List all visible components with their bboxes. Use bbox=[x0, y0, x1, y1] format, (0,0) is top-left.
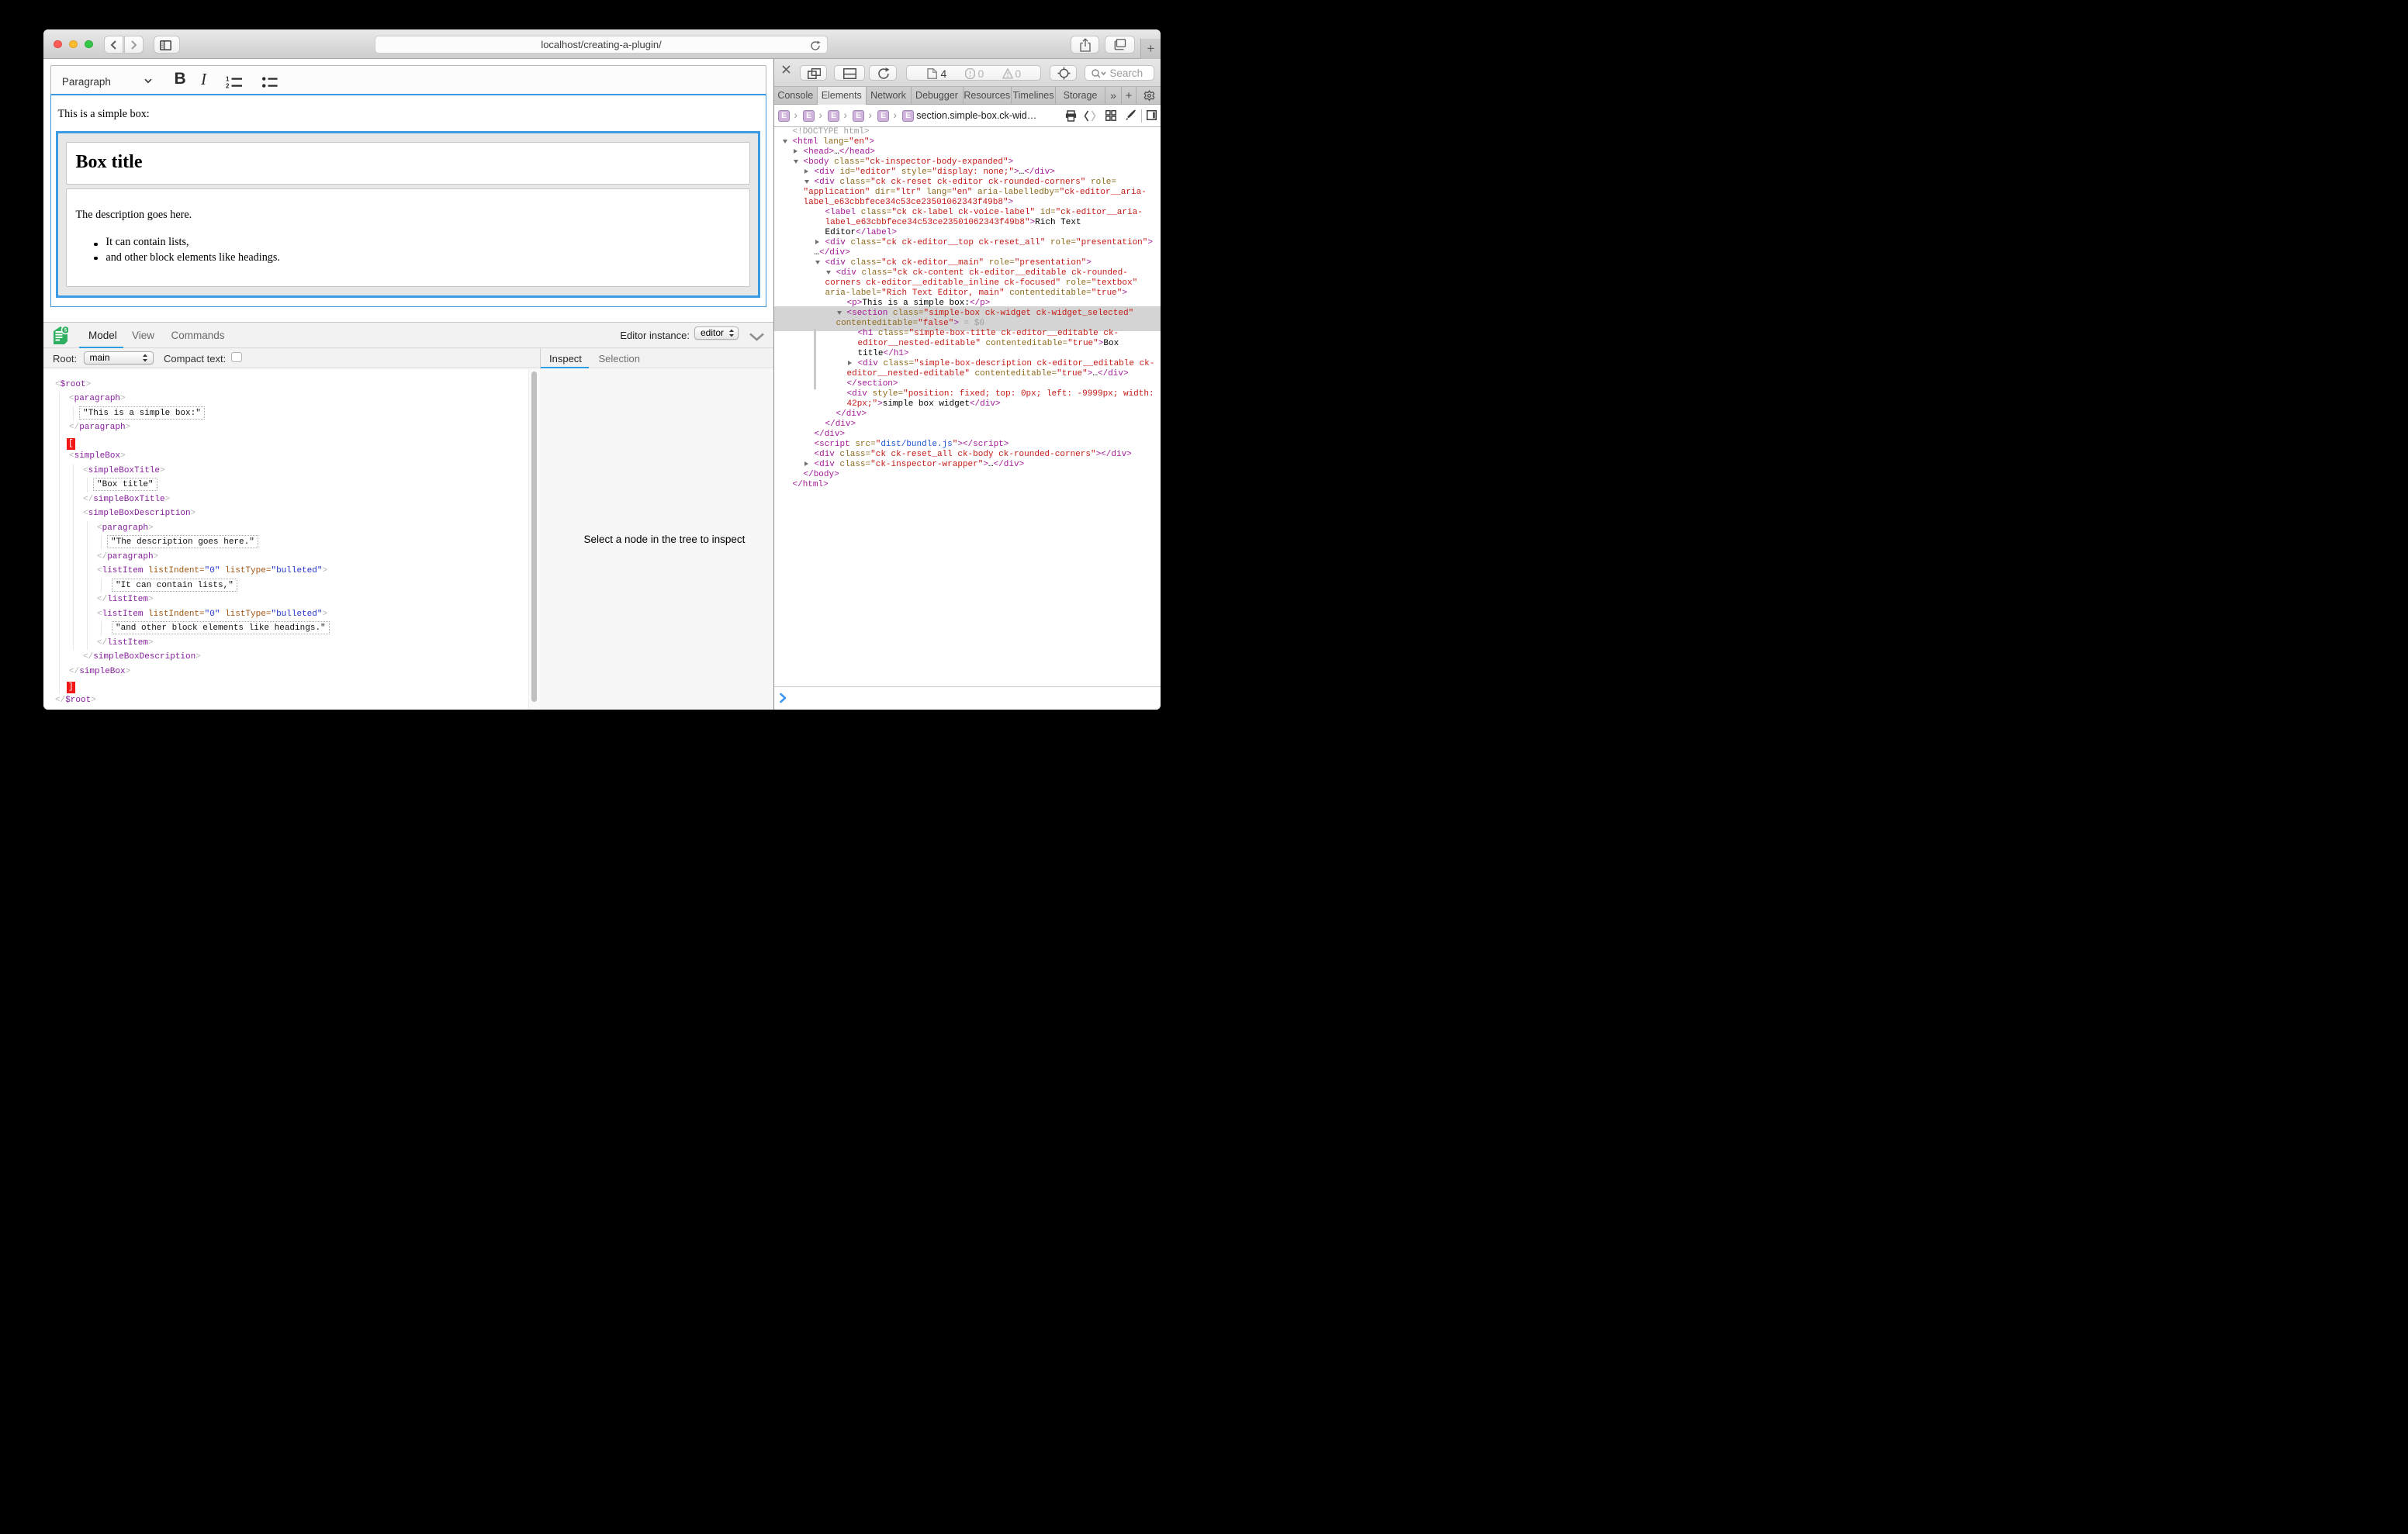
svg-text:2: 2 bbox=[226, 82, 230, 88]
svg-text:1: 1 bbox=[226, 75, 230, 82]
